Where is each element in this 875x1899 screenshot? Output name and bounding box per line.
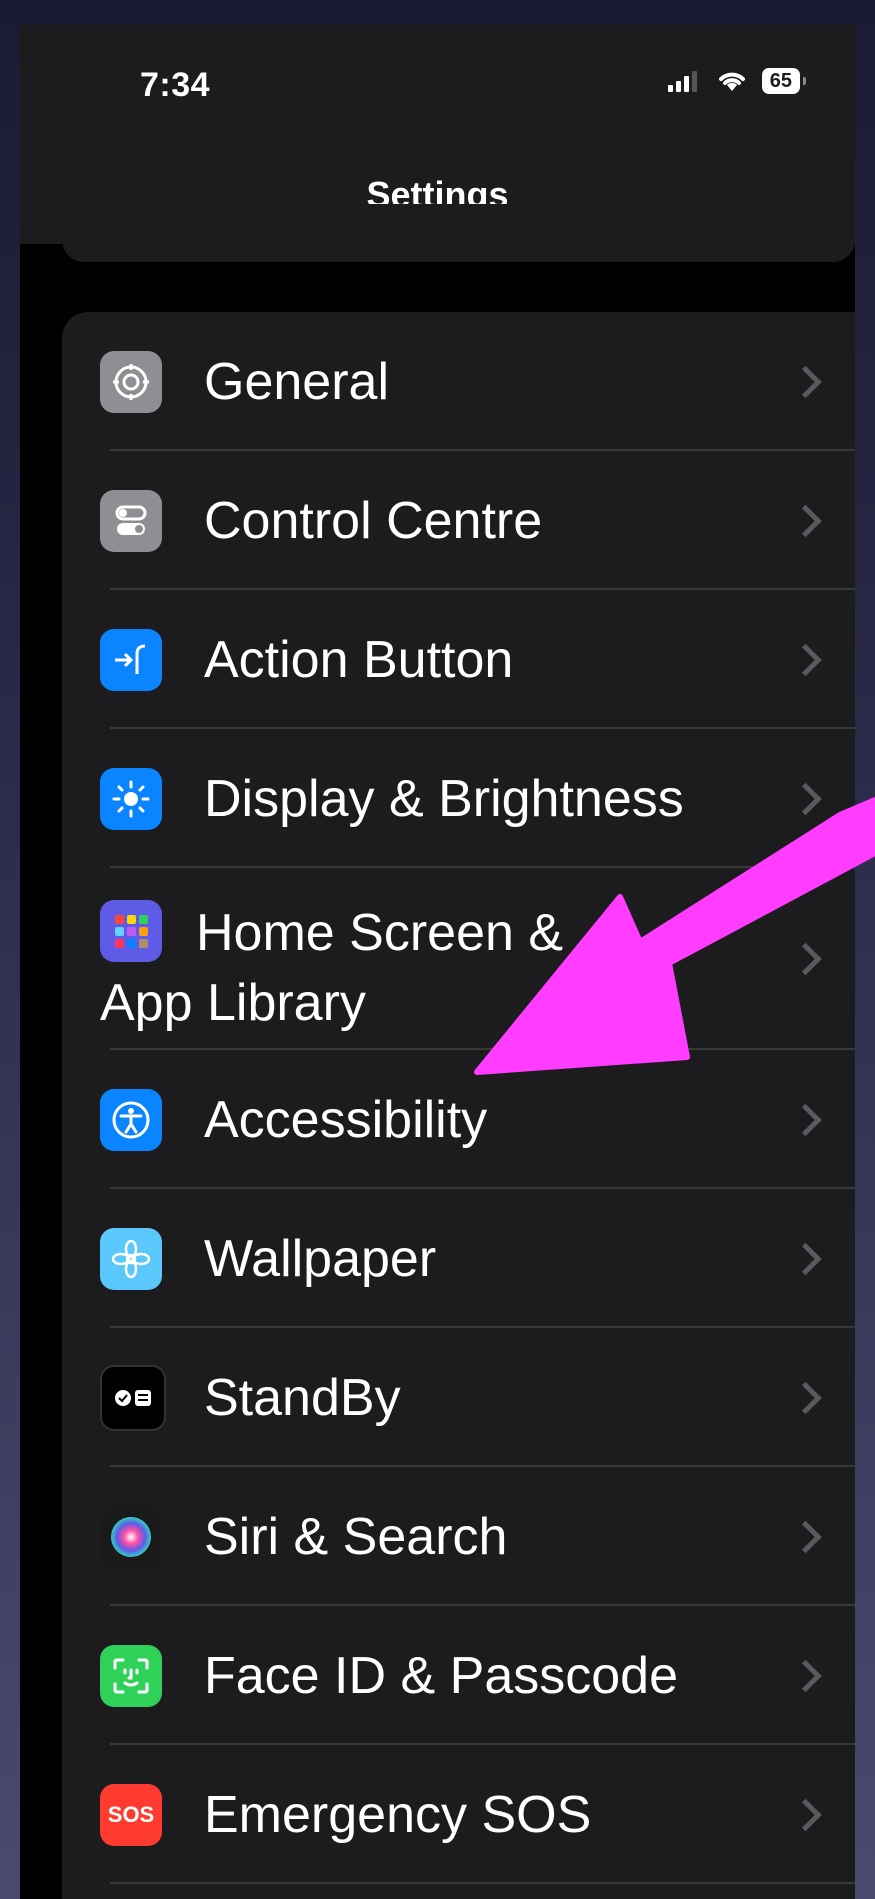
chevron-right-icon <box>789 1520 822 1553</box>
siri-icon <box>100 1505 162 1568</box>
gear-icon <box>100 350 162 413</box>
settings-row-control-centre[interactable]: Control Centre <box>62 451 855 590</box>
chevron-right-icon <box>789 1798 822 1831</box>
chevron-right-icon <box>789 1381 822 1414</box>
chevron-right-icon <box>789 1659 822 1692</box>
settings-row-label: Accessibility <box>204 1090 488 1149</box>
cellular-signal-icon <box>667 71 697 92</box>
previous-group-edge <box>62 204 855 262</box>
settings-row-general[interactable]: General <box>62 312 855 451</box>
chevron-right-icon <box>789 1242 822 1275</box>
settings-row-display-brightness[interactable]: Display & Brightness <box>62 729 855 868</box>
settings-row-standby[interactable]: StandBy <box>62 1328 855 1467</box>
standby-icon <box>100 1364 166 1431</box>
status-icons: 65 <box>667 68 807 94</box>
accessibility-icon <box>100 1088 162 1151</box>
phone-screen: 7:34 65 Settings General Control Centre … <box>20 24 855 1899</box>
settings-row-label: Wallpaper <box>204 1229 437 1288</box>
settings-row-label: Control Centre <box>204 491 543 550</box>
settings-row-label: Display & Brightness <box>204 769 684 828</box>
settings-row-label: Emergency SOS <box>204 1785 592 1844</box>
settings-list: General Control Centre Action Button Dis… <box>62 312 855 1899</box>
settings-row-label: Face ID & Passcode <box>204 1646 678 1705</box>
settings-row-home-screen[interactable]: Home Screen & App Library <box>62 868 855 1050</box>
settings-row-label: StandBy <box>204 1368 401 1427</box>
battery-indicator: 65 <box>761 68 807 94</box>
settings-row-accessibility[interactable]: Accessibility <box>62 1050 855 1189</box>
flower-icon <box>100 1227 162 1290</box>
chevron-right-icon <box>789 365 822 398</box>
chevron-right-icon <box>789 782 822 815</box>
sun-icon <box>100 767 162 830</box>
chevron-right-icon <box>789 643 822 676</box>
sos-icon: SOS <box>100 1783 162 1846</box>
label-line-1: Home Screen & <box>196 904 564 962</box>
sos-icon-text: SOS <box>107 1801 155 1827</box>
settings-row-emergency-sos[interactable]: SOS Emergency SOS <box>62 1745 855 1884</box>
settings-row-label: Action Button <box>204 630 514 689</box>
row-divider <box>110 1882 855 1884</box>
chevron-right-icon <box>789 942 822 976</box>
face-id-icon <box>100 1644 162 1707</box>
settings-row-label: General <box>204 352 389 411</box>
settings-row-face-id[interactable]: Face ID & Passcode <box>62 1606 855 1745</box>
status-bar: 7:34 65 <box>20 24 855 144</box>
settings-row-label: Home Screen & App Library <box>100 898 660 1038</box>
settings-row-wallpaper[interactable]: Wallpaper <box>62 1189 855 1328</box>
toggles-icon <box>100 489 162 552</box>
chevron-right-icon <box>789 504 822 537</box>
chevron-right-icon <box>789 1103 822 1136</box>
label-line-2: App Library <box>100 974 366 1032</box>
status-time: 7:34 <box>140 66 211 104</box>
settings-row-action-button[interactable]: Action Button <box>62 590 855 729</box>
wifi-icon <box>718 72 745 91</box>
settings-row-label: Siri & Search <box>204 1507 508 1566</box>
settings-row-siri-search[interactable]: Siri & Search <box>62 1467 855 1606</box>
action-button-icon <box>100 628 162 691</box>
